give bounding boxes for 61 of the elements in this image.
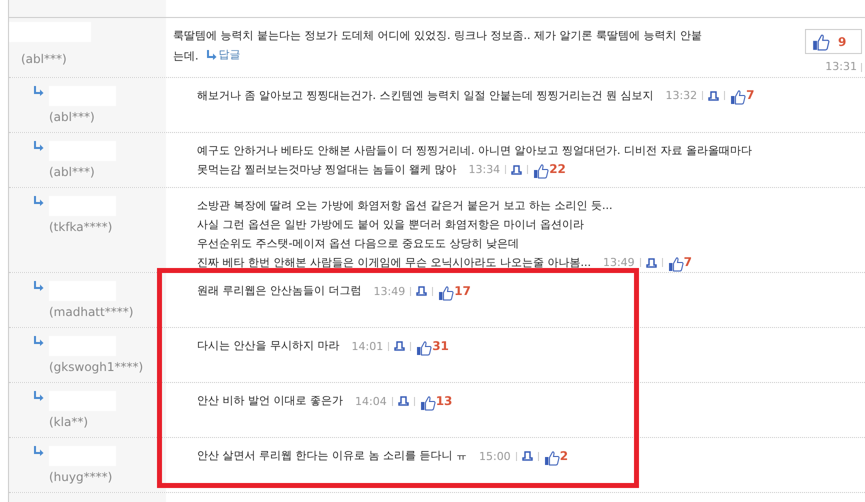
- thumbs-up-icon: [438, 284, 454, 301]
- comment-time: 13:31: [825, 59, 857, 75]
- comment-time: 13:34: [468, 162, 500, 178]
- thumbs-up-icon: [533, 163, 550, 180]
- bell-icon[interactable]: [398, 395, 409, 408]
- user-id: (kla**): [48, 414, 89, 432]
- comment-text: 룩딸템에 능력치 붙는다는 정보가 도데체 어디에 있었징. 링크나 정보좀.. 제가 알기론 룩딸템에 능력치 안붙: [173, 29, 702, 42]
- comment-time: 15:00: [478, 448, 511, 465]
- comment-time: 13:49: [374, 284, 406, 300]
- comment-text: 다시는 안산을 무시하지 마라: [197, 339, 340, 352]
- like-count: 2: [560, 448, 568, 465]
- comment-text: 안산 비하 발언 이대로 좋은가: [197, 394, 343, 408]
- comment-text: 예구도 안하거나 베타도 안해본 사람들이 더 찡찡거리네. 아니면 알아보고 찡얼대던가. 디비전 자료 올라올때마다: [197, 144, 752, 157]
- like-count: 13: [436, 392, 452, 410]
- thumbs-up-icon: [668, 256, 684, 272]
- user-id: (madhatt****): [48, 304, 134, 322]
- like-count: 7: [746, 87, 755, 104]
- thumbs-up-icon: [730, 89, 746, 106]
- reply-link[interactable]: 답글: [206, 45, 240, 64]
- reply-arrow-icon: [34, 281, 44, 292]
- comment-time: 14:04: [355, 394, 387, 410]
- bell-icon[interactable]: [394, 340, 406, 352]
- reply-arrow-icon: [34, 446, 44, 456]
- comment-time: 13:32: [665, 88, 698, 104]
- bell-icon[interactable]: [708, 90, 720, 102]
- comment-text: 원래 루리웹은 안산놈들이 더그럼: [197, 284, 362, 298]
- reply-arrow-icon: [206, 50, 216, 60]
- comment-text: 진짜 베타 한번 안해본 사람들은 이게임에 무슨 오닉시아라도 나오는줄 아나봄...: [197, 256, 591, 269]
- comment-text: 사실 그런 옵션은 일반 가방에도 붙어 있을 뿐더러 화염저항은 마이너 옵션이라: [197, 218, 584, 231]
- comment-text: 소방관 복장에 딸려 오는 가방에 화염저항 옵션 같은거 붙은거 보고 하는 소리인 듯...: [197, 199, 612, 212]
- user-id: (abl***): [48, 109, 96, 126]
- comment-text: 못먹는감 찔러보는것마냥 찡얼대는 놈들이 왤케 많아: [197, 163, 456, 176]
- like-count: 31: [432, 338, 449, 355]
- user-id: (gkswogh1****): [48, 359, 144, 376]
- user-id: (huyg****): [48, 469, 114, 486]
- comment-time: 14:01: [352, 338, 384, 355]
- like-count: 22: [549, 161, 566, 178]
- reply-arrow-icon: [34, 336, 44, 346]
- comment-text: 우선순위도 주스탯-메이져 옵션 다음으로 중요도도 상당히 낮은데: [197, 237, 519, 250]
- user-id: (abl***): [20, 51, 68, 68]
- reply-arrow-icon: [34, 141, 44, 151]
- reply-arrow-icon: [34, 86, 44, 96]
- like-count: 7: [684, 254, 692, 272]
- comment-text: 해보거나 좀 알아보고 찡찡대는건가. 스킨템엔 능력치 일절 안붙는데 찡찡거리는건 뭔 심보지: [197, 89, 654, 102]
- like-button[interactable]: 9: [805, 29, 862, 54]
- thumbs-up-icon: [812, 32, 830, 50]
- like-count: 17: [454, 282, 471, 300]
- comment-time: 13:49: [602, 255, 635, 272]
- reply-arrow-icon: [34, 391, 44, 402]
- user-id: (abl***): [48, 164, 96, 181]
- bell-icon[interactable]: [511, 164, 522, 176]
- bell-icon[interactable]: [416, 285, 428, 298]
- thumbs-up-icon: [420, 394, 436, 411]
- thumbs-up-icon: [544, 450, 560, 466]
- comment-text: 안산 살면서 루리웹 한다는 이유로 놈 소리를 듣다니 ㅠ: [197, 449, 467, 462]
- bell-icon[interactable]: [522, 450, 533, 462]
- comment-text: 는데.: [173, 50, 198, 62]
- thumbs-up-icon: [416, 340, 432, 356]
- bell-icon[interactable]: [646, 256, 657, 269]
- user-id: (tkfka****): [48, 219, 114, 236]
- reply-arrow-icon: [34, 196, 44, 206]
